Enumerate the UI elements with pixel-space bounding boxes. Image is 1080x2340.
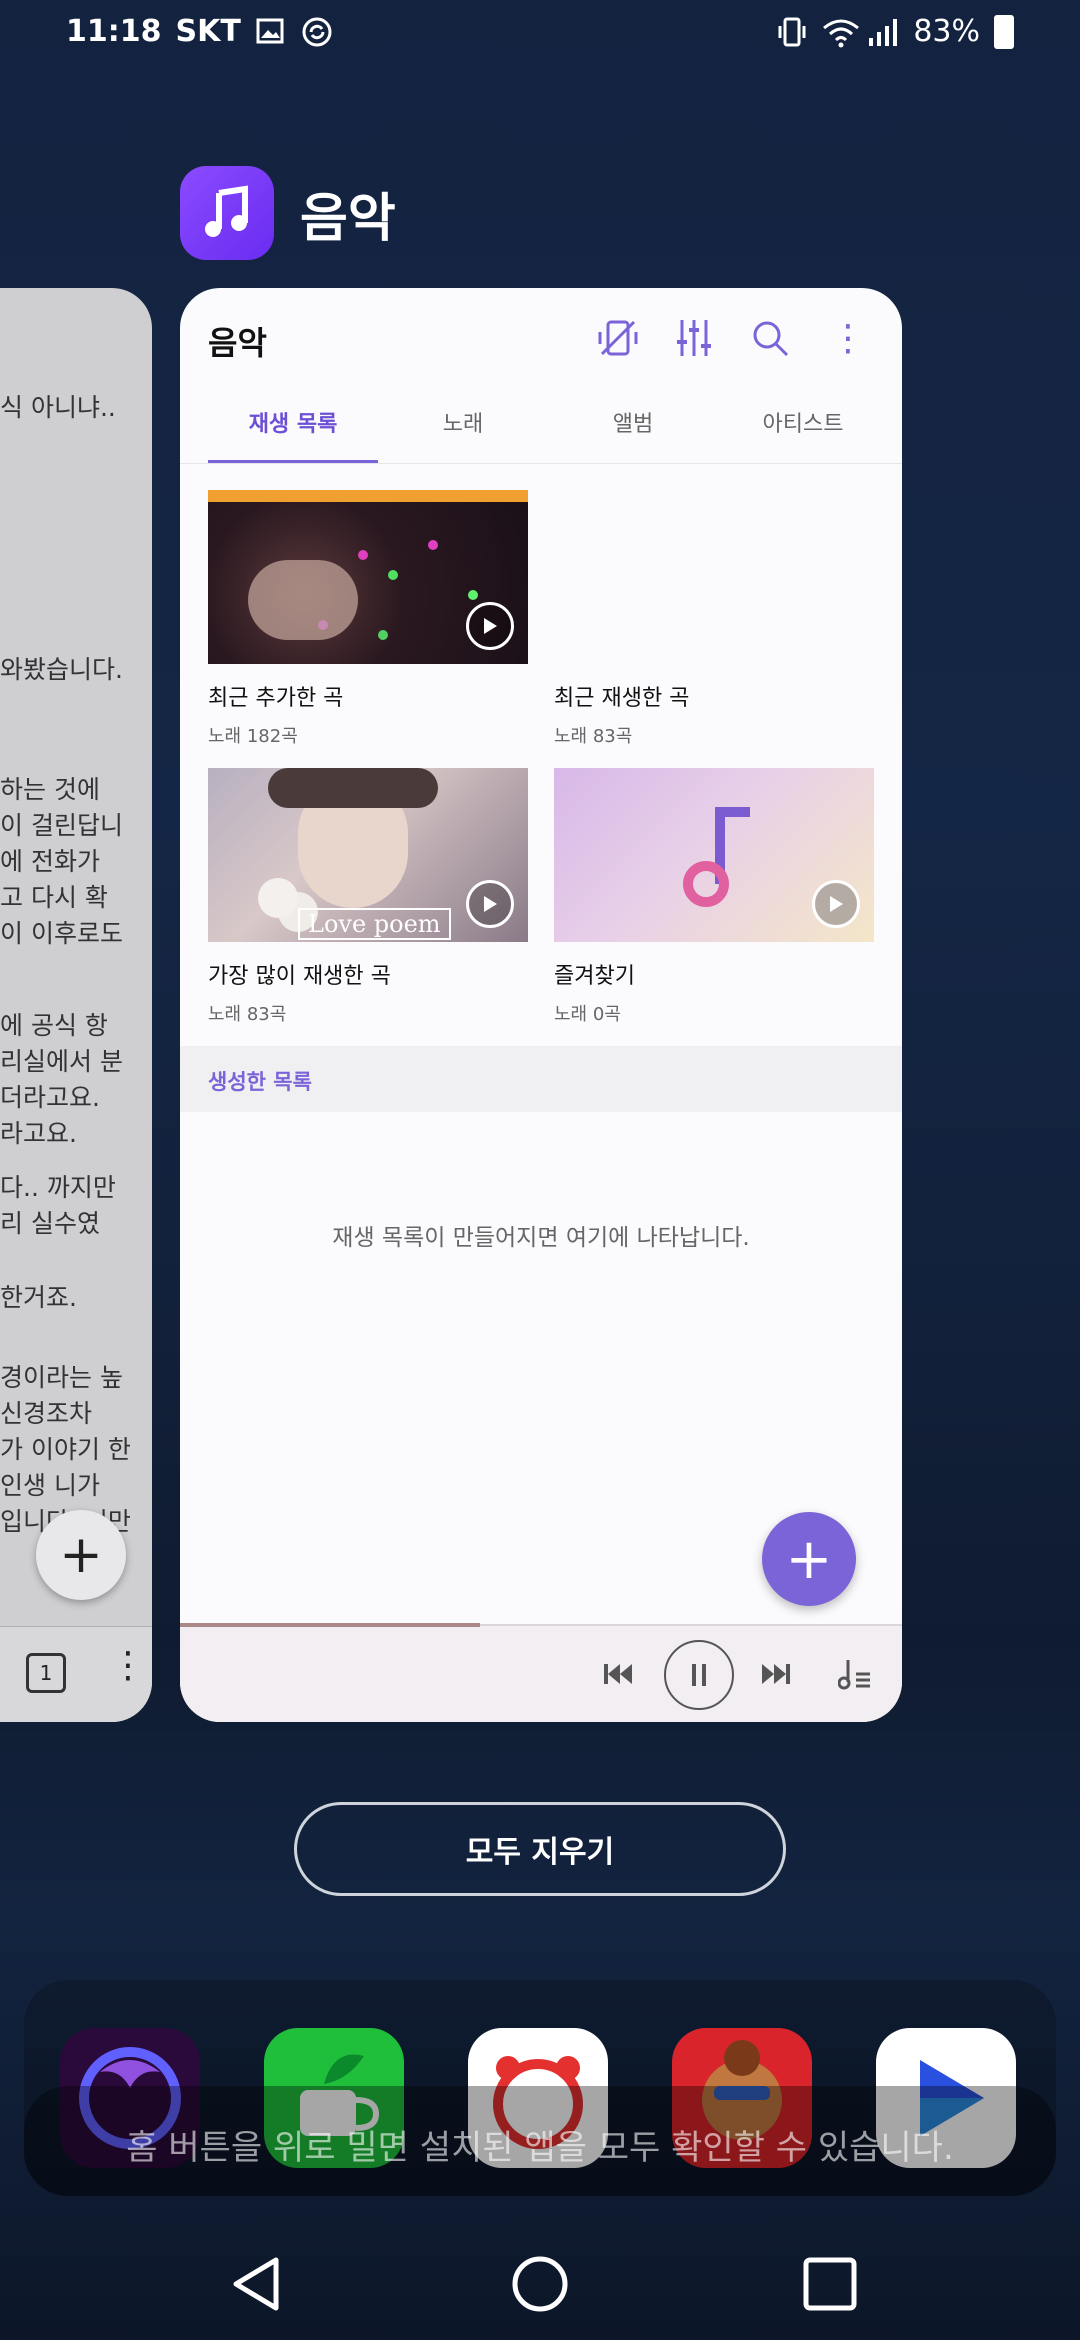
tabs-icon[interactable]: 1	[26, 1653, 66, 1693]
recent-apps-icon[interactable]	[798, 2252, 862, 2316]
text-line: 라고요.	[0, 1119, 77, 1148]
text-line: 리 실수였	[0, 1209, 100, 1238]
playlist-most-played[interactable]: Love poem 가장 많이 재생한 곡 노래 83곡	[208, 768, 528, 1026]
text-line: 와봤습니다.	[0, 655, 123, 684]
text-line: 가 이야기 한	[0, 1435, 131, 1464]
text-line: 다.. 까지만	[0, 1173, 116, 1202]
playlist-title: 최근 재생한 곡	[554, 686, 690, 711]
more-icon[interactable]: ⋮	[110, 1645, 146, 1686]
text-line: 에 공식 항	[0, 1011, 108, 1040]
playlist-title: 가장 많이 재생한 곡	[208, 964, 391, 989]
gallery-icon	[255, 16, 287, 48]
created-playlists-header: 생성한 목록	[180, 1046, 902, 1112]
pause-icon[interactable]	[664, 1640, 734, 1710]
screen-rotate-icon[interactable]	[594, 314, 642, 362]
text-line: 인생 니가	[0, 1471, 100, 1500]
text-line: 더라고요.	[0, 1083, 100, 1112]
text-line: 식 아니냐..	[0, 393, 116, 422]
text-line: 고 다시 확	[0, 883, 108, 912]
section-title: 생성한 목록	[208, 1070, 312, 1094]
text-line: 리실에서 분	[0, 1047, 123, 1076]
text-line: 한거죠.	[0, 1283, 77, 1312]
mini-player[interactable]	[180, 1623, 902, 1722]
album-cover: Love poem	[208, 768, 528, 942]
playlist-title: 최근 추가한 곡	[208, 686, 344, 711]
app-name: 음악	[300, 188, 396, 249]
text-line: 이 이후로도	[0, 919, 123, 948]
playlist-recently-played[interactable]: 최근 재생한 곡 노래 83곡	[554, 490, 874, 748]
text-line: 하는 것에	[0, 775, 100, 804]
text-line: 신경조차	[0, 1399, 93, 1428]
status-carrier: SKT	[175, 14, 241, 49]
music-tabs: 재생 목록 노래 앨범 아티스트	[208, 400, 888, 452]
playlist-count: 노래 0곡	[554, 1004, 621, 1025]
playback-progress	[180, 1623, 480, 1627]
text-line: 경이라는 높	[0, 1363, 123, 1392]
text-line: 에 전화가	[0, 847, 100, 876]
play-icon[interactable]	[466, 602, 514, 650]
recent-app-card-left[interactable]: 식 아니냐.. 와봤습니다. 하는 것에이 걸린답니에 전화가고 다시 확이 이후로…	[0, 288, 152, 1722]
music-note-icon	[683, 807, 750, 907]
equalizer-icon[interactable]	[670, 314, 718, 362]
music-title: 음악	[208, 324, 267, 362]
battery-percent: 83%	[913, 14, 980, 49]
play-icon[interactable]	[812, 880, 860, 928]
clear-all-button[interactable]: 모두 지우기	[294, 1802, 786, 1896]
vibrate-icon	[775, 16, 807, 48]
playlist-count: 노래 182곡	[208, 726, 298, 747]
status-bar: 11:18 SKT 83%	[0, 0, 1080, 70]
music-header: 음악 ⋮	[180, 288, 902, 388]
recent-app-label[interactable]: 음악	[180, 166, 396, 260]
cover-text: Love poem	[298, 908, 451, 940]
tab-songs[interactable]: 노래	[378, 400, 548, 452]
home-icon[interactable]	[508, 2252, 572, 2316]
recent-app-card-music[interactable]: 음악 ⋮ 재생 목록 노래 앨범 아티스트 최근 추가한 곡 노래 182곡 최…	[180, 288, 902, 1722]
tab-count: 1	[39, 1661, 53, 1685]
playlist-title: 즐겨찾기	[554, 964, 635, 989]
next-icon[interactable]	[748, 1646, 804, 1702]
text-line: 이 걸린답니	[0, 811, 123, 840]
left-card-toolbar: 1 ⋮	[0, 1626, 152, 1722]
status-time: 11:18	[66, 14, 162, 49]
navigation-bar	[0, 2230, 1080, 2340]
more-options-icon[interactable]: ⋮	[824, 314, 872, 362]
sync-icon	[301, 16, 333, 48]
music-note-icon	[180, 166, 274, 260]
tab-albums[interactable]: 앨범	[548, 400, 718, 452]
tab-artists[interactable]: 아티스트	[718, 400, 888, 452]
battery-icon	[994, 14, 1014, 49]
add-button[interactable]: +	[36, 1510, 126, 1600]
playlist-count: 노래 83곡	[554, 726, 633, 747]
wifi-icon	[821, 16, 860, 48]
signal-icon	[867, 16, 899, 48]
add-playlist-button[interactable]: +	[762, 1512, 856, 1606]
tab-playlist[interactable]: 재생 목록	[208, 400, 378, 452]
album-cover-empty	[554, 490, 874, 664]
playlist-favorites[interactable]: 즐겨찾기 노래 0곡	[554, 768, 874, 1026]
previous-icon[interactable]	[590, 1646, 646, 1702]
back-icon[interactable]	[224, 2252, 288, 2316]
playlist-count: 노래 83곡	[208, 1004, 287, 1025]
play-icon[interactable]	[466, 880, 514, 928]
album-cover	[554, 768, 874, 942]
queue-icon[interactable]	[828, 1646, 884, 1702]
dock-hint: 홈 버튼을 위로 밀면 설치된 앱을 모두 확인할 수 있습니다.	[126, 2128, 954, 2168]
empty-state-message: 재생 목록이 만들어지면 여기에 나타납니다.	[332, 1225, 750, 1251]
search-icon[interactable]	[746, 314, 794, 362]
tabs-divider	[180, 463, 902, 464]
album-cover	[208, 490, 528, 664]
playlist-recently-added[interactable]: 최근 추가한 곡 노래 182곡	[208, 490, 528, 748]
